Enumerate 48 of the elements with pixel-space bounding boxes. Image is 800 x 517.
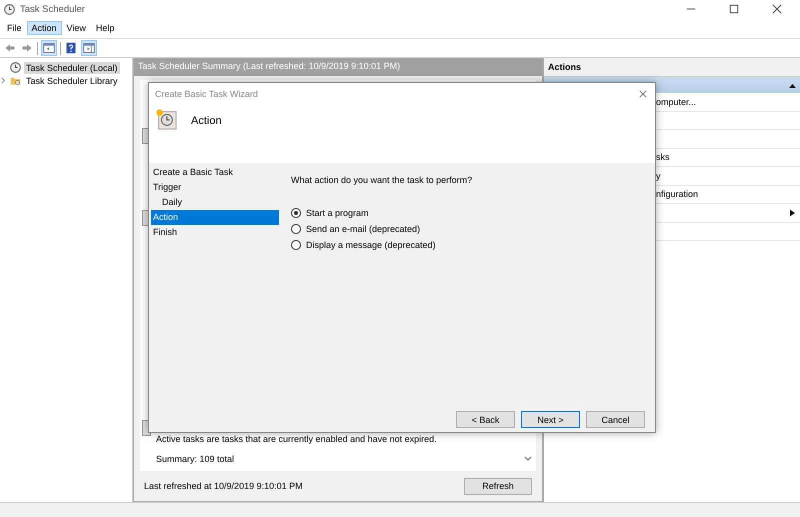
menu-item[interactable]: Help <box>90 21 120 35</box>
clock-icon <box>4 4 15 14</box>
clock-icon <box>10 62 21 73</box>
tree-item[interactable]: Task Scheduler (Local) <box>24 62 120 74</box>
radio-button[interactable] <box>291 224 301 234</box>
menu-item[interactable]: View <box>62 21 91 35</box>
question-text: What action do you want the task to perform? <box>291 175 474 185</box>
wizard-step: Action <box>151 210 279 225</box>
close-icon[interactable] <box>639 90 647 98</box>
option-label[interactable]: Start a program <box>306 208 369 218</box>
dialog-title: Create Basic Task Wizard <box>155 88 258 98</box>
console-tree-icon[interactable] <box>41 40 57 56</box>
option-label[interactable]: Display a message (deprecated) <box>306 240 436 250</box>
actions-menu-entry[interactable]: omputer... <box>656 96 696 107</box>
actions-menu-entry[interactable]: sks <box>656 152 670 162</box>
wizard-step: Daily <box>151 195 279 210</box>
dialog-button[interactable]: < Back <box>456 411 515 428</box>
submenu-arrow-icon[interactable] <box>790 208 795 217</box>
last-refreshed-text: Last refreshed at 10/9/2019 9:10:01 PM <box>144 481 303 491</box>
tree-item[interactable]: Task Scheduler Library <box>24 74 120 86</box>
help-icon[interactable] <box>64 41 78 55</box>
refresh-button[interactable]: Refresh <box>464 478 532 494</box>
actions-menu-entry[interactable]: y <box>656 170 660 181</box>
actions-menu-entry[interactable]: nfiguration <box>656 189 698 200</box>
maximize-icon[interactable] <box>729 4 739 14</box>
wizard-step: Trigger <box>151 180 279 195</box>
summary-total: Summary: 109 total <box>156 453 234 466</box>
action-pane-icon[interactable] <box>81 40 97 56</box>
menu-item[interactable]: File <box>2 21 27 35</box>
close-icon[interactable] <box>772 4 782 14</box>
wizard-step: Create a Basic Task <box>151 165 279 180</box>
window-title: Task Scheduler <box>20 4 85 14</box>
expand-chevron-icon[interactable] <box>0 77 7 84</box>
summary-header: Task Scheduler Summary (Last refreshed: 10/9/2019 9:10:01 PM) <box>134 59 542 76</box>
option-label[interactable]: Send an e-mail (deprecated) <box>306 224 420 234</box>
scroll-down-icon[interactable] <box>524 455 532 463</box>
summary-note: Active tasks are tasks that are currently enabled and have not expired. <box>156 433 438 446</box>
dialog-button[interactable]: Cancel <box>586 411 645 428</box>
radio-button[interactable] <box>291 240 301 250</box>
dialog-heading: Action <box>191 115 222 127</box>
folder-icon <box>10 75 21 86</box>
dialog-button[interactable]: Next > <box>521 411 580 428</box>
menu-item[interactable]: Action <box>26 21 62 35</box>
clock-sparkle-icon <box>155 108 177 130</box>
collapse-caret-icon[interactable] <box>789 82 796 88</box>
wizard-step: Finish <box>151 225 279 240</box>
radio-button[interactable] <box>291 208 301 218</box>
actions-header: Actions <box>544 58 800 77</box>
